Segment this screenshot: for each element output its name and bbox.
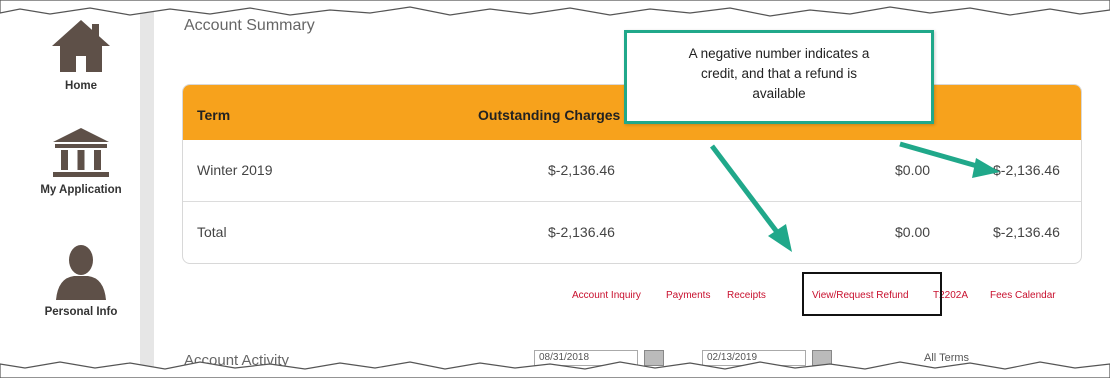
- sidebar-item-label: Home: [65, 80, 97, 92]
- sidebar: Home My Application Personal Info: [22, 0, 154, 378]
- torn-edge-bottom: [0, 361, 1110, 378]
- sidebar-item-my-application[interactable]: My Application: [22, 126, 140, 196]
- sidebar-item-label: My Application: [40, 184, 122, 196]
- callout-line: credit, and that a refund is: [700, 66, 858, 81]
- callout-line: A negative number indicates a: [688, 46, 870, 61]
- sidebar-item-label: Personal Info: [44, 306, 118, 318]
- institution-icon: [53, 128, 109, 177]
- annotation-callout: A negative number indicates a credit, an…: [624, 30, 934, 124]
- link-account-inquiry[interactable]: Account Inquiry: [572, 290, 641, 301]
- table-row: Winter 2019 $-2,136.46 $0.00 $-2,136.46: [183, 140, 1081, 202]
- link-fees-calendar[interactable]: Fees Calendar: [990, 290, 1056, 301]
- person-icon: [56, 245, 106, 300]
- sidebar-item-home[interactable]: Home: [22, 18, 140, 92]
- link-payments[interactable]: Payments: [666, 290, 710, 301]
- callout-line: available: [752, 86, 806, 101]
- cell-outstanding: $-2,136.46: [548, 162, 615, 178]
- cell-amount: $0.00: [895, 224, 931, 240]
- cell-term: Winter 2019: [197, 162, 273, 178]
- link-receipts[interactable]: Receipts: [727, 290, 766, 301]
- cell-term: Total: [197, 224, 227, 240]
- cell-amount: $0.00: [895, 162, 931, 178]
- torn-edge-top: [0, 0, 1110, 17]
- home-icon: [52, 20, 110, 72]
- sidebar-item-personal-info[interactable]: Personal Info: [22, 244, 140, 318]
- column-header-term: Term: [197, 107, 231, 123]
- cell-balance: $-2,136.46: [993, 162, 1060, 178]
- cell-balance: $-2,136.46: [993, 224, 1060, 240]
- cell-outstanding: $-2,136.46: [548, 224, 615, 240]
- table-row: Total $-2,136.46 $0.00 $-2,136.46: [183, 202, 1081, 263]
- refund-highlight-box: [802, 272, 942, 316]
- column-header-outstanding: Outstanding Charges: [478, 107, 621, 123]
